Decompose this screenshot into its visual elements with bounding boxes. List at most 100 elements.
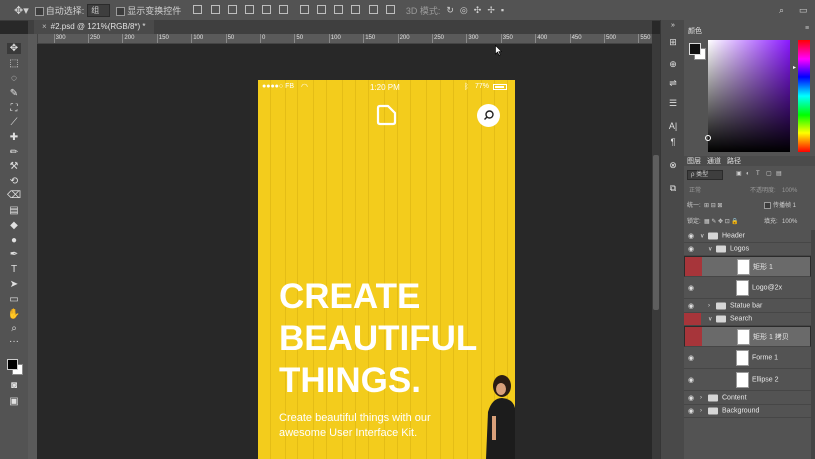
- paragraph-panel-icon[interactable]: ¶: [666, 137, 680, 147]
- filter-smart-icon[interactable]: ▤: [776, 170, 782, 178]
- document-tab[interactable]: × #2.psd @ 121%(RGB/8*) *: [34, 20, 154, 34]
- color-picker-field[interactable]: [708, 40, 790, 152]
- visibility-eye-icon[interactable]: ◉: [688, 245, 694, 253]
- search-button[interactable]: [477, 104, 500, 127]
- visibility-eye-icon[interactable]: ◉: [688, 376, 694, 384]
- distribute-top-icon[interactable]: [299, 4, 309, 14]
- propagate-checkbox[interactable]: 传播帧 1: [764, 202, 796, 210]
- chevron-down-icon[interactable]: ∨: [708, 246, 712, 253]
- type-tool-icon[interactable]: T: [7, 264, 21, 275]
- chevron-right-icon[interactable]: ›: [700, 395, 702, 401]
- zoom-tool-icon[interactable]: ⌕: [7, 323, 21, 334]
- mockup-artboard[interactable]: ●●●●○ FB ◠ 1:20 PM ᛒ 77% CREATE BEAUTIFUL…: [258, 80, 515, 459]
- more-tools-icon[interactable]: ···: [7, 336, 21, 347]
- info-panel-icon[interactable]: ⊕: [666, 59, 680, 69]
- color-picker-ring[interactable]: [705, 135, 711, 141]
- brush-tool-icon[interactable]: ✏: [7, 147, 21, 158]
- eyedropper-tool-icon[interactable]: ⟋: [7, 117, 21, 128]
- chevron-right-icon[interactable]: ›: [708, 303, 710, 309]
- visibility-eye-icon[interactable]: ◉: [688, 394, 694, 402]
- eraser-tool-icon[interactable]: ⌫: [7, 190, 21, 201]
- align-hcenter-icon[interactable]: [262, 4, 272, 14]
- auto-select-dropdown[interactable]: 组: [87, 3, 111, 17]
- chevron-right-icon[interactable]: ›: [700, 408, 702, 414]
- distribute-left-icon[interactable]: [351, 4, 361, 14]
- adjustments-panel-icon[interactable]: ⇌: [666, 78, 680, 88]
- hand-tool-icon[interactable]: ✋: [7, 309, 21, 320]
- rectangle-tool-icon[interactable]: ▭: [7, 294, 21, 305]
- layers-scrollbar[interactable]: [811, 230, 815, 459]
- layer-group-row[interactable]: ◉ › Content: [684, 392, 811, 405]
- visibility-eye-icon[interactable]: ◉: [688, 407, 694, 415]
- workspace-switcher-icon[interactable]: ▭: [799, 5, 808, 16]
- horizontal-ruler[interactable]: 6005505004504003503002502001501005005010…: [37, 34, 652, 44]
- clone-stamp-icon[interactable]: ⚒: [7, 161, 21, 172]
- filter-shape-icon[interactable]: ▢: [766, 170, 772, 178]
- tab-channels[interactable]: 通道: [707, 157, 721, 166]
- filter-adjust-icon[interactable]: ◐: [746, 170, 750, 178]
- foreground-background-icon[interactable]: [7, 359, 23, 375]
- workspace-search-icon[interactable]: ⌕: [779, 5, 784, 16]
- consolidate-icons[interactable]: ⊞ ⊟ ⊠: [704, 202, 722, 210]
- pen-tool-icon[interactable]: ✒: [7, 249, 21, 260]
- opacity-value[interactable]: 100%: [782, 187, 797, 195]
- 3d-slide-icon[interactable]: ✢: [487, 5, 495, 16]
- history-panel-icon[interactable]: ⊞: [666, 37, 680, 47]
- collapse-panels-icon[interactable]: »: [666, 21, 680, 31]
- screen-mode-icon[interactable]: ▣: [7, 396, 21, 407]
- distribute-bottom-icon[interactable]: [334, 4, 344, 14]
- chevron-down-icon[interactable]: ∨: [708, 316, 712, 323]
- filter-pixel-icon[interactable]: ▣: [736, 170, 742, 178]
- chevron-down-icon[interactable]: ∨: [700, 233, 704, 240]
- align-vcenter-icon[interactable]: [210, 4, 220, 14]
- visibility-eye-icon[interactable]: ◉: [688, 232, 694, 240]
- layer-row[interactable]: 矩形 1 拷贝: [684, 326, 811, 347]
- distribute-right-icon[interactable]: [385, 4, 395, 14]
- hue-slider[interactable]: [798, 40, 810, 152]
- character-panel-icon[interactable]: A|: [666, 121, 680, 131]
- color-panel-tab[interactable]: 颜色: [688, 27, 702, 36]
- visibility-eye-icon[interactable]: [685, 327, 702, 346]
- layer-row[interactable]: ◉ Logo@2x: [684, 278, 811, 299]
- panel-menu-icon[interactable]: ≡: [805, 25, 809, 32]
- visibility-eye-icon[interactable]: [684, 313, 701, 325]
- 3d-roll-icon[interactable]: ◎: [460, 5, 468, 16]
- move-tool-icon[interactable]: ✥: [7, 43, 21, 54]
- tab-paths[interactable]: 路径: [727, 157, 741, 166]
- distribute-hcenter-icon[interactable]: [368, 4, 378, 14]
- auto-select-checkbox[interactable]: 自动选择:: [34, 4, 84, 17]
- layer-row[interactable]: ◉ Ellipse 2: [684, 370, 811, 391]
- libraries-panel-icon[interactable]: ⧉: [666, 183, 680, 193]
- dodge-tool-icon[interactable]: ●: [7, 235, 21, 246]
- path-select-icon[interactable]: ➤: [7, 279, 21, 290]
- distribute-vcenter-icon[interactable]: [316, 4, 326, 14]
- visibility-eye-icon[interactable]: ◉: [688, 354, 694, 362]
- marquee-tool-icon[interactable]: ⬚: [7, 58, 21, 69]
- quick-mask-icon[interactable]: ◙: [7, 380, 21, 391]
- show-transform-checkbox[interactable]: 显示变换控件: [116, 4, 181, 17]
- 3d-scale-icon[interactable]: ▪: [501, 5, 504, 15]
- fill-value[interactable]: 100%: [782, 218, 797, 226]
- blend-mode-dropdown[interactable]: 正常: [689, 187, 701, 195]
- layer-filter-dropdown[interactable]: ρ 类型: [687, 170, 724, 180]
- layer-group-row[interactable]: ◉ ∨ Logos: [684, 243, 811, 256]
- layer-group-row[interactable]: ◉ ∨ Header: [684, 230, 811, 243]
- layer-row[interactable]: 矩形 1: [684, 256, 811, 277]
- 3d-rotate-icon[interactable]: ↻: [446, 5, 454, 16]
- align-left-icon[interactable]: [244, 4, 254, 14]
- visibility-eye-icon[interactable]: ◉: [688, 302, 694, 310]
- visibility-eye-icon[interactable]: [685, 257, 702, 276]
- swatches-panel-icon[interactable]: ⊗: [666, 160, 680, 170]
- layer-group-row[interactable]: ◉ › Statue bar: [684, 300, 811, 313]
- foreground-color-swatch[interactable]: [689, 43, 701, 55]
- align-top-icon[interactable]: [193, 4, 203, 14]
- healing-brush-icon[interactable]: ✚: [7, 132, 21, 143]
- align-right-icon[interactable]: [279, 4, 289, 14]
- filter-type-icon[interactable]: T: [756, 170, 760, 178]
- layer-group-row[interactable]: ◉ › Background: [684, 405, 811, 418]
- tab-layers[interactable]: 图层: [687, 157, 701, 166]
- quick-select-tool-icon[interactable]: ✎: [7, 88, 21, 99]
- move-tool-preset-icon[interactable]: ✥▾: [14, 4, 29, 17]
- history-brush-icon[interactable]: ⟲: [7, 176, 21, 187]
- visibility-eye-icon[interactable]: ◉: [688, 284, 694, 292]
